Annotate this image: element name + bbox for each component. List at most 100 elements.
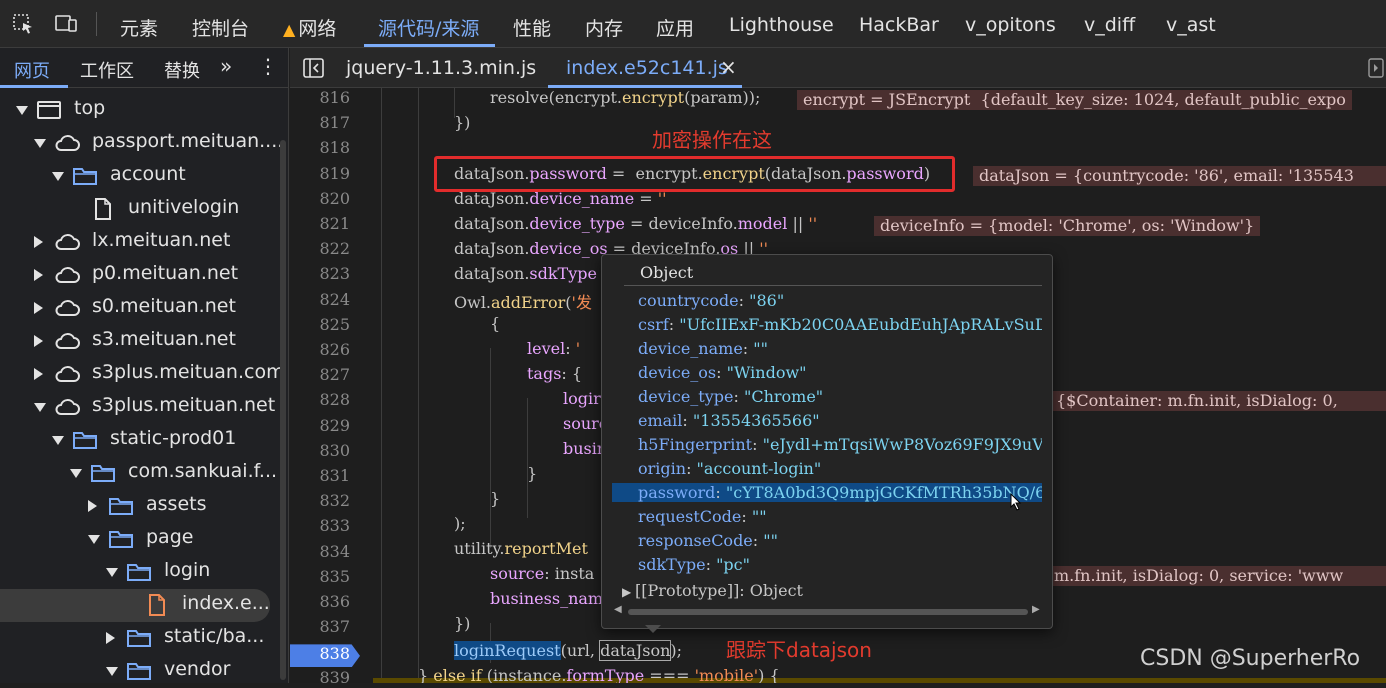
expand-arrow-icon[interactable] (34, 403, 46, 412)
collapse-arrow-icon[interactable] (106, 632, 115, 644)
property-row[interactable]: device_os: "Window" (638, 363, 1042, 382)
line-number[interactable]: 817 (290, 113, 350, 132)
property-row[interactable]: email: "13554365566" (638, 411, 1042, 430)
collapse-arrow-icon[interactable] (34, 269, 43, 281)
expand-arrow-icon[interactable] (70, 469, 82, 478)
prototype-row[interactable]: ▶ [[Prototype]]: Object (622, 581, 803, 600)
property-row[interactable]: device_type: "Chrome" (638, 387, 1042, 406)
line-number[interactable]: 835 (290, 567, 350, 586)
tree-item[interactable]: unitivelogin (0, 193, 280, 226)
property-row[interactable]: device_name: "" (638, 339, 1042, 358)
tree-item[interactable]: s0.meituan.net (0, 292, 280, 325)
line-number[interactable]: 837 (290, 617, 350, 636)
scroll-left-icon[interactable]: ◀ (614, 604, 622, 615)
expand-arrow-icon[interactable] (52, 436, 64, 445)
expand-arrow-icon[interactable] (34, 139, 46, 148)
tree-item[interactable]: s3plus.meituan.net (0, 391, 280, 424)
tab-lighthouse[interactable]: Lighthouse (729, 14, 834, 36)
line-number-gutter[interactable]: 816 817 818 819 820 821 822 823 824 825 826 827 828 8… (290, 88, 362, 683)
kebab-menu-icon[interactable]: ⋮ (258, 54, 278, 78)
collapse-arrow-icon[interactable] (34, 368, 43, 380)
line-number[interactable]: 829 (290, 416, 350, 435)
line-number[interactable]: 834 (290, 542, 350, 561)
scroll-right-icon[interactable]: ▶ (1032, 604, 1040, 615)
collapse-arrow-icon[interactable] (34, 335, 43, 347)
toggle-navigator-icon[interactable] (303, 58, 325, 78)
line-number[interactable]: 826 (290, 340, 350, 359)
line-number[interactable]: 836 (290, 592, 350, 611)
line-number[interactable]: 819 (290, 164, 350, 183)
line-number[interactable]: 830 (290, 441, 350, 460)
tree-item[interactable]: assets (0, 490, 280, 523)
device-toolbar-icon[interactable] (55, 14, 77, 34)
collapse-arrow-icon[interactable] (34, 236, 43, 248)
tab-application[interactable]: 应用 (656, 14, 694, 41)
line-number[interactable]: 820 (290, 189, 350, 208)
editor-tab-index[interactable]: index.e52c141.js (566, 57, 728, 79)
toggle-debugger-icon[interactable] (1368, 58, 1384, 78)
tab-memory[interactable]: 内存 (585, 14, 623, 41)
tree-item[interactable]: static/ba... (0, 622, 280, 655)
line-number[interactable]: 818 (290, 138, 350, 157)
line-number[interactable]: 828 (290, 390, 350, 409)
tree-item[interactable]: login (0, 556, 280, 589)
tab-hackbar[interactable]: HackBar (859, 14, 939, 36)
tree-item[interactable]: lx.meituan.net (0, 226, 280, 259)
tree-item[interactable]: static-prod01 (0, 424, 280, 457)
expand-arrow-icon[interactable] (106, 568, 118, 577)
tab-workspace[interactable]: 工作区 (80, 57, 134, 83)
expand-arrow-icon[interactable] (16, 106, 28, 115)
tab-elements[interactable]: 元素 (120, 14, 158, 41)
scrollbar-thumb[interactable] (628, 609, 1028, 615)
line-number[interactable]: 827 (290, 365, 350, 384)
navigator-scrollbar[interactable] (280, 140, 286, 680)
more-tabs-button[interactable]: » (220, 54, 232, 78)
line-number[interactable]: 831 (290, 466, 350, 485)
tree-item[interactable]: index.e... (0, 589, 270, 622)
property-row[interactable]: h5Fingerprint: "eJydl+mTqsiWwP8Voz69F9JX… (638, 435, 1042, 454)
line-number[interactable]: 821 (290, 214, 350, 233)
tree-item[interactable]: com.sankuai.f... (0, 457, 280, 490)
collapse-arrow-icon[interactable] (88, 500, 97, 512)
tree-item[interactable]: s3.meituan.net (0, 325, 280, 358)
close-tab-icon[interactable]: × (720, 55, 737, 79)
popover-horizontal-scrollbar[interactable]: ◀ ▶ (614, 604, 1042, 617)
line-number[interactable]: 832 (290, 491, 350, 510)
tree-item[interactable]: passport.meituan.... (0, 127, 283, 160)
collapse-arrow-icon[interactable] (34, 302, 43, 314)
property-row[interactable]: sdkType: "pc" (638, 555, 1042, 574)
tab-network[interactable]: ▲ 网络 (283, 14, 336, 41)
property-row[interactable]: origin: "account-login" (638, 459, 1042, 478)
expand-arrow-icon[interactable] (106, 667, 118, 676)
editor-tab-jquery[interactable]: jquery-1.11.3.min.js (346, 57, 536, 79)
property-row[interactable]: requestCode: "" (638, 507, 1042, 526)
tree-item[interactable]: account (0, 160, 280, 193)
line-number[interactable]: 825 (290, 315, 350, 334)
line-number[interactable]: 823 (290, 264, 350, 283)
tree-item[interactable]: vendor (0, 655, 280, 688)
expand-arrow-icon[interactable] (52, 172, 64, 181)
line-number[interactable]: 833 (290, 516, 350, 535)
tree-item[interactable]: p0.meituan.net (0, 259, 280, 292)
tab-v-diff[interactable]: v_diff (1084, 14, 1135, 36)
line-number[interactable]: 822 (290, 239, 350, 258)
property-row[interactable]: password: "cYT8A0bd3Q9mpjGCKfMTRh35bNQ/6… (612, 483, 1042, 502)
tab-overrides[interactable]: 替换 (164, 57, 200, 83)
tab-performance[interactable]: 性能 (513, 14, 551, 41)
property-row[interactable]: countrycode: "86" (638, 291, 1042, 310)
object-preview-popover[interactable]: Object countrycode: "86" csrf: "UfcIIExF-… (601, 254, 1053, 629)
tree-item[interactable]: page (0, 523, 280, 556)
line-number[interactable]: 839 (290, 668, 350, 683)
tab-v-opitons[interactable]: v_opitons (965, 14, 1056, 36)
breakpoint-line-number[interactable]: 838 (290, 644, 360, 668)
tab-v-ast[interactable]: v_ast (1166, 14, 1216, 36)
tab-console[interactable]: 控制台 (192, 14, 249, 41)
tree-item[interactable]: top (0, 94, 280, 127)
line-number[interactable]: 816 (290, 88, 350, 107)
tree-item[interactable]: s3plus.meituan.com (0, 358, 285, 391)
property-row[interactable]: csrf: "UfcIIExF-mKb20C0AAEubdEuhJApRALvS… (638, 315, 1042, 334)
expand-arrow-icon[interactable] (88, 535, 100, 544)
tab-page[interactable]: 网页 (14, 57, 50, 83)
property-row[interactable]: responseCode: "" (638, 531, 1042, 550)
inspect-element-icon[interactable] (13, 14, 35, 34)
